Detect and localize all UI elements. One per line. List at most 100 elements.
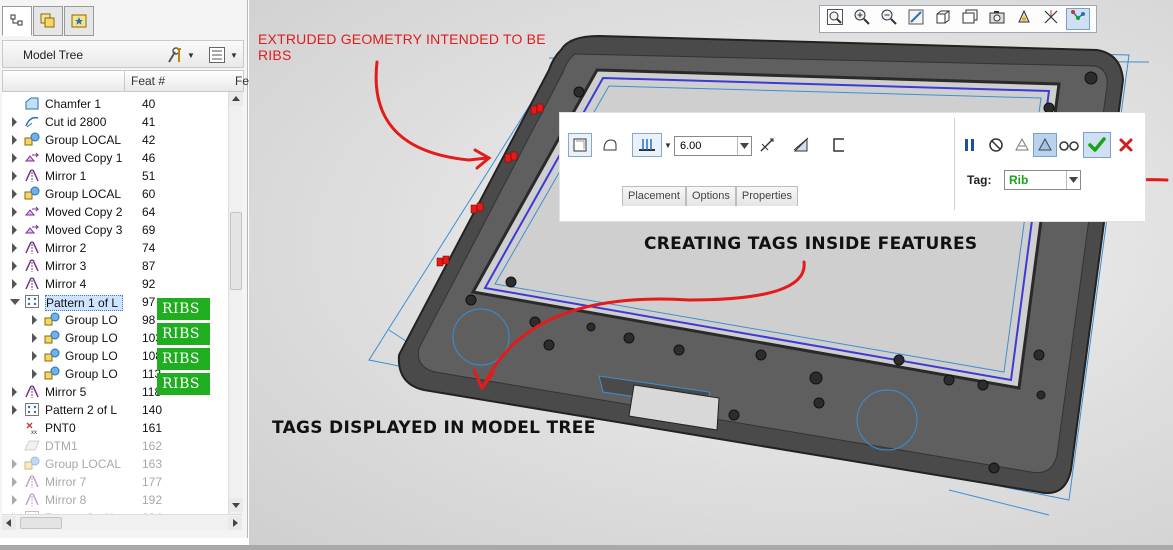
cad-model[interactable]	[249, 0, 1173, 545]
expand-arrow-icon[interactable]	[32, 315, 37, 325]
remove-material-button[interactable]	[790, 133, 814, 157]
depth-option-button[interactable]	[632, 133, 662, 157]
chevron-down-icon[interactable]	[1066, 171, 1080, 189]
tree-row[interactable]: Group LOCAL 42	[2, 131, 228, 149]
group-feature-icon	[44, 312, 60, 327]
tree-row[interactable]: Chamfer 1 40	[2, 95, 228, 113]
tree-row-feat-number: 87	[142, 259, 156, 273]
tree-row[interactable]: DTM1 162	[2, 437, 228, 455]
group-feature-icon	[24, 456, 40, 471]
tree-row[interactable]: Pattern 2 of L 140	[2, 401, 228, 419]
zoom-in-icon	[853, 8, 871, 31]
pattern-feature-icon	[24, 402, 40, 417]
column-header-extra[interactable]: Fe	[235, 74, 249, 88]
scroll-down-button[interactable]	[229, 498, 243, 512]
expand-arrow-icon[interactable]	[12, 459, 17, 469]
tree-row-feat-number: 51	[142, 169, 156, 183]
mirror-feature-icon	[24, 384, 40, 399]
layer-tree-tab[interactable]	[33, 6, 63, 36]
depth-option-dropdown[interactable]: ▼	[662, 133, 674, 157]
tree-row[interactable]: Mirror 7 177	[2, 473, 228, 491]
tree-row[interactable]: Cut id 2800 41	[2, 113, 228, 131]
attached-preview-button[interactable]	[1010, 133, 1034, 157]
tree-row-label: Mirror 7	[45, 475, 87, 489]
verify-mode-button[interactable]	[1033, 133, 1057, 157]
expand-arrow-icon[interactable]	[12, 225, 17, 235]
tree-row[interactable]: Mirror 1 51	[2, 167, 228, 185]
expand-arrow-icon[interactable]	[12, 171, 17, 181]
column-header-name[interactable]	[3, 71, 125, 91]
display-style-button[interactable]	[931, 8, 955, 30]
expand-arrow-icon[interactable]	[32, 333, 37, 343]
zoom-out-button[interactable]	[877, 8, 901, 30]
tree-row[interactable]: Mirror 8 192	[2, 491, 228, 509]
expand-arrow-icon[interactable]	[12, 153, 17, 163]
depth-value-field[interactable]: 6.00	[674, 136, 752, 156]
tree-row[interactable]: xx PNT0 161	[2, 419, 228, 437]
spin-center-button[interactable]	[1012, 8, 1036, 30]
expand-arrow-icon[interactable]	[12, 117, 17, 127]
moved-feature-icon	[24, 222, 40, 237]
group-feature-icon	[24, 132, 40, 147]
chevron-down-icon[interactable]	[737, 137, 751, 155]
collapse-arrow-icon[interactable]	[10, 299, 20, 305]
scroll-right-button[interactable]	[228, 516, 242, 530]
expand-arrow-icon[interactable]	[32, 369, 37, 379]
scrollbar-thumb[interactable]	[20, 517, 62, 529]
show-dropdown[interactable]: ▼	[208, 45, 238, 65]
no-preview-button[interactable]	[984, 133, 1008, 157]
view-manager-button[interactable]	[985, 8, 1009, 30]
scroll-left-button[interactable]	[2, 516, 16, 530]
column-header-feat-number[interactable]: Feat #	[131, 74, 165, 88]
chamfer-feature-icon	[24, 96, 40, 111]
tab-options[interactable]: Options	[685, 186, 736, 206]
tree-row[interactable]: Group LOCAL 60	[2, 185, 228, 203]
zoom-in-button[interactable]	[850, 8, 874, 30]
tab-placement[interactable]: Placement	[622, 186, 686, 206]
scroll-up-button[interactable]	[229, 92, 243, 106]
cancel-button[interactable]	[1114, 133, 1138, 157]
datum-display-button[interactable]	[1039, 8, 1063, 30]
flip-direction-button[interactable]	[755, 133, 779, 157]
settings-dropdown[interactable]: ▼	[165, 45, 195, 65]
expand-arrow-icon[interactable]	[12, 477, 17, 487]
tag-field[interactable]: Rib	[1004, 170, 1081, 190]
annotation-display-button[interactable]	[1066, 8, 1090, 30]
thicken-sketch-button[interactable]	[827, 133, 851, 157]
tree-row[interactable]: Mirror 4 92	[2, 275, 228, 293]
expand-arrow-icon[interactable]	[12, 405, 17, 415]
expand-arrow-icon[interactable]	[12, 495, 17, 505]
tree-row[interactable]: Moved Copy 2 64	[2, 203, 228, 221]
tree-row[interactable]: Mirror 2 74	[2, 239, 228, 257]
preview-glasses-button[interactable]	[1057, 133, 1081, 157]
zoom-fit-button[interactable]	[823, 8, 847, 30]
model-tree-tab[interactable]	[2, 6, 32, 36]
graphics-window[interactable]	[249, 0, 1173, 545]
surface-button[interactable]	[598, 133, 622, 157]
glasses-icon	[1059, 141, 1079, 151]
scrollbar-thumb[interactable]	[230, 212, 242, 290]
tree-horizontal-scrollbar[interactable]	[2, 514, 242, 530]
tab-properties[interactable]: Properties	[735, 186, 799, 206]
svg-text:xx: xx	[31, 430, 37, 435]
apply-button[interactable]	[1083, 132, 1111, 158]
expand-arrow-icon[interactable]	[12, 387, 17, 397]
favorites-tab[interactable]	[64, 6, 94, 36]
expand-arrow-icon[interactable]	[12, 243, 17, 253]
expand-arrow-icon[interactable]	[12, 279, 17, 289]
tree-row[interactable]: Group LOCAL 163	[2, 455, 228, 473]
solid-button[interactable]	[568, 133, 592, 157]
annotation-tags-displayed: TAGS DISPLAYED IN MODEL TREE	[272, 418, 596, 438]
tree-row[interactable]: Moved Copy 1 46	[2, 149, 228, 167]
expand-arrow-icon[interactable]	[12, 135, 17, 145]
expand-arrow-icon[interactable]	[12, 189, 17, 199]
expand-arrow-icon[interactable]	[32, 351, 37, 361]
expand-arrow-icon[interactable]	[12, 261, 17, 271]
tree-row[interactable]: Mirror 3 87	[2, 257, 228, 275]
saved-views-button[interactable]	[958, 8, 982, 30]
tree-vertical-scrollbar[interactable]	[228, 92, 243, 514]
expand-arrow-icon[interactable]	[12, 207, 17, 217]
pause-button[interactable]	[958, 133, 982, 157]
tree-row[interactable]: Moved Copy 3 69	[2, 221, 228, 239]
repaint-button[interactable]	[904, 8, 928, 30]
